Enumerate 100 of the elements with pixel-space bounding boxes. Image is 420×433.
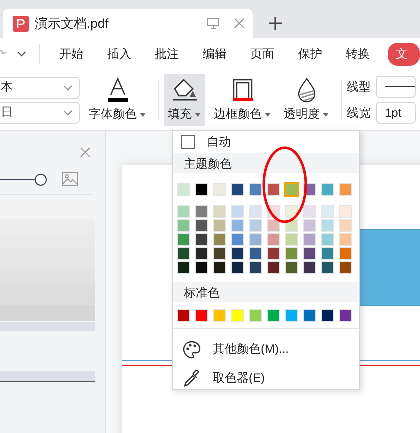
color-swatch[interactable]: [213, 261, 226, 274]
color-swatch[interactable]: [231, 247, 244, 260]
line-type-dropdown[interactable]: [376, 76, 416, 98]
color-swatch[interactable]: [177, 219, 190, 232]
color-swatch[interactable]: [321, 183, 334, 196]
menu-tab[interactable]: 页面: [238, 42, 287, 66]
color-swatch[interactable]: [303, 261, 316, 274]
color-swatch[interactable]: [303, 205, 316, 218]
color-swatch[interactable]: [231, 205, 244, 218]
color-swatch[interactable]: [267, 309, 280, 322]
color-swatch[interactable]: [249, 205, 262, 218]
color-swatch[interactable]: [249, 219, 262, 232]
color-swatch[interactable]: [249, 247, 262, 260]
menu-tab[interactable]: 保护: [286, 42, 334, 66]
border-color-button[interactable]: 边框颜色: [210, 74, 275, 126]
color-swatch[interactable]: [285, 183, 298, 196]
menu-tab[interactable]: 插入: [96, 42, 144, 66]
menu-tab[interactable]: 转换: [334, 42, 382, 66]
document-tab[interactable]: 演示文档.pdf: [3, 9, 253, 38]
color-swatch[interactable]: [267, 247, 280, 260]
color-swatch[interactable]: [213, 233, 226, 246]
color-swatch[interactable]: [213, 309, 226, 322]
color-swatch[interactable]: [267, 183, 280, 196]
color-swatch[interactable]: [339, 205, 352, 218]
color-swatch[interactable]: [285, 261, 298, 274]
color-swatch[interactable]: [177, 247, 190, 260]
color-swatch[interactable]: [177, 183, 190, 196]
caret-icon[interactable]: [17, 50, 27, 58]
color-swatch[interactable]: [339, 233, 352, 246]
color-swatch[interactable]: [285, 233, 298, 246]
color-swatch[interactable]: [339, 183, 352, 196]
color-swatch[interactable]: [321, 247, 334, 260]
font-dropdown[interactable]: 日: [0, 102, 80, 124]
color-swatch[interactable]: [249, 261, 262, 274]
color-swatch[interactable]: [195, 261, 208, 274]
color-swatch[interactable]: [195, 247, 208, 260]
line-width-field[interactable]: 1pt: [376, 102, 416, 124]
color-swatch[interactable]: [321, 309, 334, 322]
font-color-button[interactable]: 字体颜色: [85, 74, 150, 126]
color-swatch[interactable]: [231, 183, 244, 196]
color-swatch[interactable]: [321, 261, 334, 274]
color-swatch[interactable]: [195, 309, 208, 322]
color-swatch[interactable]: [285, 205, 298, 218]
color-swatch[interactable]: [195, 219, 208, 232]
menu-item[interactable]: 取色器(E): [173, 364, 359, 393]
color-swatch[interactable]: [303, 309, 316, 322]
color-swatch[interactable]: [177, 233, 190, 246]
color-swatch[interactable]: [321, 233, 334, 246]
color-swatch[interactable]: [321, 205, 334, 218]
eyedropper-icon: [183, 370, 201, 388]
paint-bucket-icon: [172, 77, 198, 103]
color-swatch[interactable]: [303, 233, 316, 246]
color-swatch[interactable]: [213, 183, 226, 196]
color-swatch[interactable]: [303, 247, 316, 260]
line-width-label: 线宽: [347, 104, 371, 122]
color-swatch[interactable]: [339, 219, 352, 232]
color-swatch[interactable]: [267, 219, 280, 232]
color-swatch[interactable]: [339, 247, 352, 260]
caret-icon: [140, 112, 146, 116]
font-dropdown[interactable]: 本: [0, 76, 80, 98]
color-swatch[interactable]: [177, 205, 190, 218]
color-swatch[interactable]: [285, 247, 298, 260]
color-swatch[interactable]: [267, 261, 280, 274]
color-swatch[interactable]: [231, 309, 244, 322]
color-swatch[interactable]: [231, 261, 244, 274]
color-swatch[interactable]: [195, 205, 208, 218]
opacity-button[interactable]: 透明度: [280, 74, 333, 126]
menu-badge[interactable]: 文: [388, 42, 420, 66]
color-swatch[interactable]: [285, 309, 298, 322]
color-swatch[interactable]: [249, 233, 262, 246]
color-swatch[interactable]: [177, 309, 190, 322]
monitor-icon[interactable]: [207, 18, 220, 30]
fill-button[interactable]: 填充: [164, 74, 205, 126]
color-swatch[interactable]: [213, 205, 226, 218]
color-swatch[interactable]: [267, 233, 280, 246]
new-tab-icon[interactable]: [269, 17, 282, 30]
color-swatch[interactable]: [213, 247, 226, 260]
border-color-icon: [232, 77, 254, 103]
close-icon[interactable]: [80, 147, 91, 158]
color-swatch[interactable]: [339, 261, 352, 274]
slider-thumb[interactable]: [35, 174, 47, 186]
color-swatch[interactable]: [249, 183, 262, 196]
color-swatch[interactable]: [213, 219, 226, 232]
color-swatch[interactable]: [231, 233, 244, 246]
color-swatch[interactable]: [249, 309, 262, 322]
color-swatch[interactable]: [177, 261, 190, 274]
color-swatch[interactable]: [195, 183, 208, 196]
auto-checkbox[interactable]: [181, 135, 195, 149]
menu-item[interactable]: 其他颜色(M)...: [173, 335, 359, 364]
menu-tab[interactable]: 批注: [143, 42, 192, 66]
color-swatch[interactable]: [339, 309, 352, 322]
color-swatch[interactable]: [195, 233, 208, 246]
menu-tab[interactable]: 开始: [48, 42, 96, 66]
color-swatch[interactable]: [303, 219, 316, 232]
zoom-slider[interactable]: [0, 172, 48, 186]
image-icon[interactable]: [62, 172, 78, 186]
close-icon[interactable]: [234, 18, 245, 29]
menu-tab[interactable]: 编辑: [191, 42, 239, 66]
color-swatch[interactable]: [321, 219, 334, 232]
color-swatch[interactable]: [231, 219, 244, 232]
